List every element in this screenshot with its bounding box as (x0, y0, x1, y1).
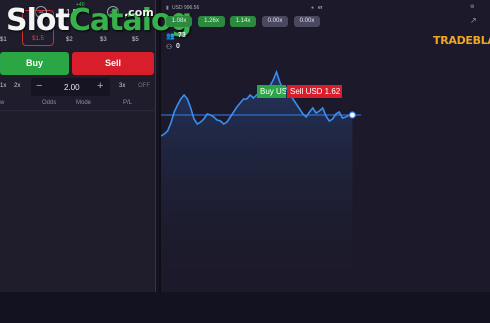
col-pl: P/L (123, 100, 133, 106)
sell-order-tag: Sell USD 1.62 (287, 85, 342, 98)
col-mode: Mode (76, 100, 92, 106)
bottom-bar (0, 292, 490, 323)
users-icon: 👥 (166, 33, 175, 40)
users-count: 73 (178, 32, 186, 39)
chart-trend-icon[interactable]: ↗ (470, 16, 477, 25)
slotcatalog-watermark: SlotCatalog (6, 3, 192, 38)
balance: USD 996.56 (172, 5, 200, 11)
history-pill: 1.26x (198, 16, 225, 27)
sell-button[interactable]: Sell (72, 52, 154, 75)
multiplier-1x[interactable]: 1x (0, 83, 6, 89)
history-pill: 1.14x (230, 16, 256, 27)
person-icon: ⚇ (166, 44, 173, 51)
settings-icon[interactable]: ⚙ (470, 4, 474, 10)
multiplier-3x[interactable]: 3x (119, 83, 125, 89)
buy-order-tag: Buy US (257, 85, 286, 98)
user-dot-icon: ● (311, 5, 315, 11)
col-odds: Odds (42, 100, 57, 106)
multiplier-off[interactable]: OFF (138, 83, 150, 89)
current-price-marker (348, 111, 356, 119)
stake-input[interactable]: − 2.00 + (31, 78, 110, 96)
history-pill: 0.00x (294, 16, 320, 27)
wallet-icon: ▮ (166, 5, 169, 11)
second-count: 0 (176, 43, 180, 50)
stake-plus-icon[interactable]: + (97, 80, 103, 92)
buy-button[interactable]: Buy (0, 52, 69, 75)
tradeblaze-logo: TRADEBLAZ (433, 34, 490, 47)
multiplier-2x[interactable]: 2x (14, 83, 20, 89)
history-pill: 1.08x (166, 16, 192, 27)
top-right-label: er (318, 5, 323, 11)
history-pill: 0.00x (262, 16, 288, 27)
watermark-slot: Slot (6, 3, 70, 38)
col-direction: w (0, 100, 5, 106)
stake-minus-icon[interactable]: − (36, 80, 42, 92)
watermark-com: .com (124, 6, 154, 19)
table-header-divider (0, 110, 156, 111)
stake-value: 2.00 (64, 83, 80, 92)
